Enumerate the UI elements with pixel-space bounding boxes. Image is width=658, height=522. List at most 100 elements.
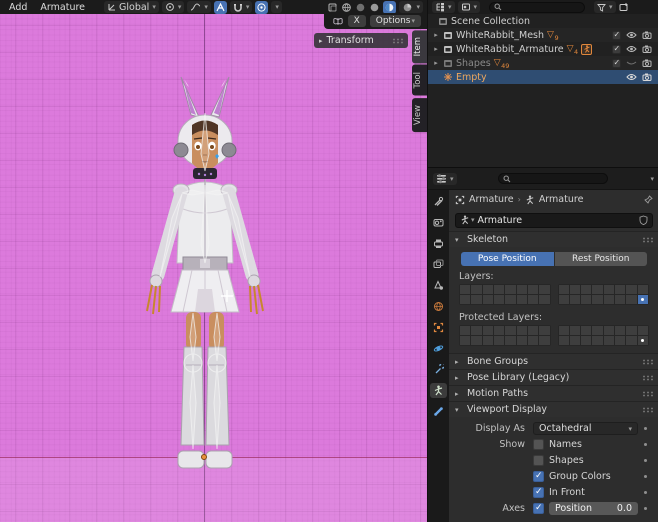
layer-cell[interactable]: [528, 326, 538, 335]
layer-cell[interactable]: [615, 285, 625, 294]
pose-position-button[interactable]: Pose Position: [461, 252, 554, 266]
layer-cell[interactable]: [581, 326, 591, 335]
selectable-checkbox[interactable]: [612, 59, 621, 68]
layer-cell[interactable]: [570, 295, 580, 304]
editor-type-dropdown[interactable]: [433, 173, 457, 185]
layer-cell[interactable]: [570, 336, 580, 345]
shading-wireframe-button[interactable]: [355, 2, 366, 13]
in-front-checkbox[interactable]: [533, 487, 544, 498]
layer-cell[interactable]: [494, 336, 504, 345]
expand-arrow-icon[interactable]: ▸: [432, 31, 440, 39]
tab-physics[interactable]: [430, 341, 447, 356]
viewport-3d[interactable]: Add Armature Global: [0, 0, 427, 522]
camera-icon[interactable]: [642, 59, 652, 67]
animate-dot[interactable]: [644, 507, 647, 510]
layer-cell[interactable]: [505, 326, 515, 335]
fake-user-shield-icon[interactable]: [639, 215, 648, 225]
properties-options-dropdown[interactable]: [649, 173, 654, 184]
armature-browse-dropdown[interactable]: [460, 215, 475, 225]
transform-panel-header[interactable]: ▸ Transform: [314, 33, 408, 48]
transform-orientation-dropdown[interactable]: Global: [104, 1, 159, 13]
layer-cell[interactable]: [570, 326, 580, 335]
layer-cell[interactable]: [505, 336, 515, 345]
shading-material-button[interactable]: [383, 1, 396, 14]
eye-icon[interactable]: [626, 31, 637, 39]
outliner-row-shapes[interactable]: ▸ Shapes ▽49: [428, 56, 658, 70]
animate-dot[interactable]: [644, 427, 647, 430]
layer-cell[interactable]: [570, 285, 580, 294]
tab-tool[interactable]: Tool: [412, 65, 427, 96]
layer-cell[interactable]: [604, 326, 614, 335]
properties-search-input[interactable]: [498, 173, 608, 184]
tab-item[interactable]: Item: [412, 30, 427, 63]
tab-view-layer[interactable]: [430, 257, 447, 272]
breadcrumb-object[interactable]: Armature: [469, 194, 514, 205]
layer-cell[interactable]: [494, 285, 504, 294]
layer-cell[interactable]: [494, 326, 504, 335]
tab-render[interactable]: [430, 215, 447, 230]
layer-cell[interactable]: [460, 336, 470, 345]
layer-cell[interactable]: [460, 285, 470, 294]
display-as-dropdown[interactable]: Octahedral: [533, 422, 638, 435]
new-collection-button[interactable]: [619, 2, 629, 12]
layer-cell[interactable]: [626, 326, 636, 335]
layer-cell[interactable]: [483, 336, 493, 345]
panel-motion-paths-header[interactable]: ▸ Motion Paths: [449, 385, 658, 401]
names-checkbox[interactable]: [533, 439, 544, 450]
menu-add[interactable]: Add: [4, 2, 32, 13]
rest-position-button[interactable]: Rest Position: [555, 252, 648, 266]
layer-cell[interactable]: [539, 285, 549, 294]
armature-name-field[interactable]: Armature: [455, 213, 653, 228]
eye-icon[interactable]: [626, 73, 637, 81]
shading-rendered-dropdown[interactable]: [399, 1, 423, 13]
animate-dot[interactable]: [644, 491, 647, 494]
layer-cell[interactable]: [581, 285, 591, 294]
shading-solid-button[interactable]: [369, 2, 380, 13]
animate-dot[interactable]: [644, 443, 647, 446]
layer-cell[interactable]: [581, 336, 591, 345]
mirror-x-toggle[interactable]: X: [348, 15, 366, 27]
layer-cell[interactable]: [615, 326, 625, 335]
pin-icon[interactable]: [644, 195, 653, 204]
outliner-row-empty[interactable]: Empty: [428, 70, 658, 84]
camera-icon[interactable]: [642, 45, 652, 53]
display-mode-dropdown[interactable]: [458, 1, 481, 13]
layer-cell[interactable]: [592, 295, 602, 304]
layer-cell[interactable]: [581, 295, 591, 304]
layer-cell[interactable]: [638, 295, 648, 304]
layer-cell[interactable]: [638, 336, 648, 345]
selectable-checkbox[interactable]: [612, 45, 621, 54]
layer-cell[interactable]: [539, 326, 549, 335]
outliner-row-mesh[interactable]: ▸ WhiteRabbit_Mesh ▽9: [428, 28, 658, 42]
editor-type-dropdown[interactable]: [432, 1, 455, 13]
layer-cell[interactable]: [615, 336, 625, 345]
layer-cell[interactable]: [559, 285, 569, 294]
menu-armature[interactable]: Armature: [35, 2, 90, 13]
panel-pose-library-header[interactable]: ▸ Pose Library (Legacy): [449, 369, 658, 385]
eye-icon[interactable]: [626, 45, 637, 53]
layer-cell[interactable]: [638, 326, 648, 335]
camera-icon[interactable]: [642, 73, 652, 81]
expand-arrow-icon[interactable]: ▸: [432, 59, 440, 67]
breadcrumb-data[interactable]: Armature: [539, 194, 584, 205]
outliner-row-armature[interactable]: ▸ WhiteRabbit_Armature ▽4: [428, 42, 658, 56]
layer-cell[interactable]: [517, 295, 527, 304]
outliner-search-input[interactable]: [489, 2, 585, 13]
snap-target-dropdown[interactable]: [230, 1, 253, 13]
layer-cell[interactable]: [517, 336, 527, 345]
tab-bone[interactable]: [430, 404, 447, 419]
layer-cell[interactable]: [539, 295, 549, 304]
outliner-row-scene-collection[interactable]: Scene Collection: [428, 14, 658, 28]
snap-falloff-dropdown[interactable]: [187, 1, 211, 13]
character-model[interactable]: [0, 13, 427, 522]
axes-position-slider[interactable]: Position 0.0: [549, 502, 638, 515]
layer-cell[interactable]: [626, 285, 636, 294]
panel-bone-groups-header[interactable]: ▸ Bone Groups: [449, 353, 658, 369]
tab-world[interactable]: [430, 299, 447, 314]
layer-cell[interactable]: [460, 295, 470, 304]
camera-icon[interactable]: [642, 31, 652, 39]
layer-cell[interactable]: [604, 336, 614, 345]
shapes-checkbox[interactable]: [533, 455, 544, 466]
layer-cell[interactable]: [592, 336, 602, 345]
animate-dot[interactable]: [644, 475, 647, 478]
